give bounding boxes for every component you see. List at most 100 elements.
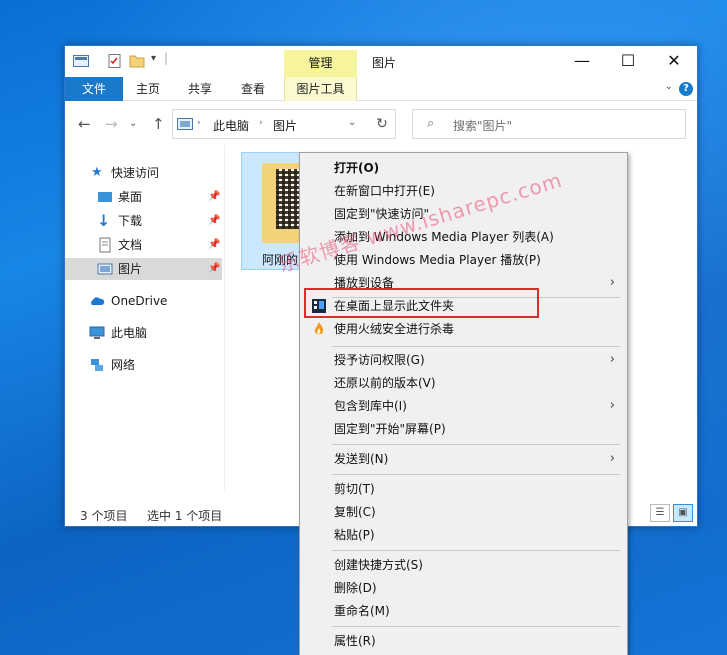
address-bar[interactable]: › 此电脑 › 图片 ⌄ xyxy=(172,109,396,139)
pin-icon[interactable]: 📌 xyxy=(208,186,220,208)
navigation-pane: ★ 快速访问 桌面 📌 ↓ 下载 📌 文档 📌 图片 📌 OneDrive 此电… xyxy=(65,145,225,490)
sidebar-item-this-pc[interactable]: 此电脑 xyxy=(65,322,222,344)
selection-count: 选中 1 个项目 xyxy=(147,509,223,523)
minimize-button[interactable]: — xyxy=(559,46,605,77)
menu-separator xyxy=(332,550,620,551)
breadcrumb-this-pc[interactable]: 此电脑 xyxy=(213,117,249,134)
sidebar-item-documents[interactable]: 文档 📌 xyxy=(65,234,222,256)
menu-separator xyxy=(332,626,620,627)
title-bar: ▾ | 管理 图片 — ☐ ✕ xyxy=(65,46,697,77)
sidebar-item-quick-access[interactable]: ★ 快速访问 xyxy=(65,162,222,184)
back-arrow-icon[interactable]: ← xyxy=(78,115,91,133)
menu-item-label: 删除(D) xyxy=(334,581,377,595)
submenu-arrow-icon: › xyxy=(609,398,615,413)
menu-separator xyxy=(332,474,620,475)
menu-item-cut[interactable]: 剪切(T) xyxy=(302,478,625,500)
menu-item-label: 还原以前的版本(V) xyxy=(334,376,436,390)
tab-picture-tools[interactable]: 图片工具 xyxy=(284,77,357,101)
navigation-bar: ← → ⌄ ↑ › 此电脑 › 图片 ⌄ ↻ ⌕ 搜索"图片" xyxy=(65,101,697,145)
pin-icon[interactable]: 📌 xyxy=(208,258,220,280)
window-icon[interactable] xyxy=(73,54,89,68)
menu-item-send-to[interactable]: 发送到(N) › xyxy=(302,448,625,470)
search-icon: ⌕ xyxy=(427,116,435,131)
pin-icon[interactable]: 📌 xyxy=(208,234,220,256)
menu-item-label: 打开(O) xyxy=(334,161,380,175)
menu-item-pin-start[interactable]: 固定到"开始"屏幕(P) xyxy=(302,418,625,440)
menu-item-restore-versions[interactable]: 还原以前的版本(V) xyxy=(302,372,625,394)
details-view-icon[interactable]: ☰ xyxy=(650,504,670,522)
pictures-location-icon xyxy=(177,118,193,130)
menu-separator xyxy=(332,444,620,445)
menu-item-label: 使用火绒安全进行杀毒 xyxy=(334,322,455,336)
menu-item-label: 授予访问权限(G) xyxy=(334,353,425,367)
menu-item-create-shortcut[interactable]: 创建快捷方式(S) xyxy=(302,554,625,576)
tab-manage[interactable]: 管理 xyxy=(284,50,357,77)
cloud-icon xyxy=(91,297,105,305)
forward-arrow-icon[interactable]: → xyxy=(105,115,118,133)
search-input[interactable]: 搜索"图片" xyxy=(453,117,512,134)
menu-item-rename[interactable]: 重命名(M) xyxy=(302,600,625,622)
refresh-button[interactable]: ↻ xyxy=(369,109,396,139)
search-box[interactable]: ⌕ 搜索"图片" xyxy=(412,109,686,139)
sidebar-item-network[interactable]: 网络 xyxy=(65,354,222,376)
properties-icon[interactable] xyxy=(107,54,123,68)
menu-item-paste[interactable]: 粘贴(P) xyxy=(302,524,625,546)
menu-item-label: 包含到库中(I) xyxy=(334,399,407,413)
menu-item-open[interactable]: 打开(O) xyxy=(302,157,625,179)
large-icons-view-icon[interactable]: ▣ xyxy=(673,504,693,522)
quick-access-dropdown-icon[interactable]: ▾ xyxy=(151,53,156,64)
download-icon: ↓ xyxy=(97,211,111,230)
up-arrow-icon[interactable]: ↑ xyxy=(152,115,165,133)
submenu-arrow-icon: › xyxy=(609,352,615,367)
breadcrumb-chevron-icon[interactable]: › xyxy=(197,118,201,128)
breadcrumb-pictures[interactable]: 图片 xyxy=(273,117,297,134)
tab-file[interactable]: 文件 xyxy=(65,77,123,101)
submenu-arrow-icon: › xyxy=(609,275,615,290)
tab-view[interactable]: 查看 xyxy=(232,77,274,101)
menu-item-label: 属性(R) xyxy=(334,634,376,648)
desktop-icon xyxy=(98,192,112,202)
menu-item-copy[interactable]: 复制(C) xyxy=(302,501,625,523)
menu-item-label: 重命名(M) xyxy=(334,604,390,618)
breadcrumb-chevron-icon[interactable]: › xyxy=(259,118,263,128)
sidebar-item-onedrive[interactable]: OneDrive xyxy=(65,290,222,312)
menu-item-label: 在新窗口中打开(E) xyxy=(334,184,435,198)
menu-item-delete[interactable]: 删除(D) xyxy=(302,577,625,599)
divider: | xyxy=(164,51,169,65)
ribbon-tabs: 文件 主页 共享 查看 图片工具 ⌄ ? xyxy=(65,77,697,101)
tab-share[interactable]: 共享 xyxy=(179,77,221,101)
menu-item-huorong-scan[interactable]: 使用火绒安全进行杀毒 xyxy=(302,318,625,340)
star-icon: ★ xyxy=(91,165,103,180)
ribbon-expand-icon[interactable]: ⌄ xyxy=(665,81,673,92)
menu-item-label: 剪切(T) xyxy=(334,482,375,496)
menu-item-label: 粘贴(P) xyxy=(334,528,375,542)
tab-home[interactable]: 主页 xyxy=(127,77,169,101)
address-dropdown-icon[interactable]: ⌄ xyxy=(348,117,356,128)
sidebar-item-label: 下载 xyxy=(118,214,143,228)
computer-icon xyxy=(89,326,105,339)
help-icon[interactable]: ? xyxy=(679,82,693,96)
huorong-icon xyxy=(314,322,324,335)
pictures-icon xyxy=(97,263,113,275)
menu-item-label: 复制(C) xyxy=(334,505,376,519)
pin-icon[interactable]: 📌 xyxy=(208,210,220,232)
highlight-annotation xyxy=(304,288,539,318)
sidebar-item-downloads[interactable]: ↓ 下载 📌 xyxy=(65,210,222,232)
document-icon xyxy=(99,237,111,253)
sidebar-item-label: 网络 xyxy=(111,358,136,372)
network-icon xyxy=(91,359,103,371)
sidebar-item-pictures[interactable]: 图片 📌 xyxy=(65,258,222,280)
close-button[interactable]: ✕ xyxy=(651,46,697,77)
sidebar-item-label: 快速访问 xyxy=(111,166,160,180)
new-folder-icon[interactable] xyxy=(129,54,145,68)
maximize-button[interactable]: ☐ xyxy=(605,46,651,77)
sidebar-item-label: OneDrive xyxy=(111,294,168,308)
sidebar-item-label: 文档 xyxy=(118,238,143,252)
sidebar-item-desktop[interactable]: 桌面 📌 xyxy=(65,186,222,208)
menu-item-label: 创建快捷方式(S) xyxy=(334,558,423,572)
menu-item-properties[interactable]: 属性(R) xyxy=(302,630,625,652)
menu-item-include-in-library[interactable]: 包含到库中(I) › xyxy=(302,395,625,417)
recent-locations-icon[interactable]: ⌄ xyxy=(129,118,137,129)
sidebar-item-label: 桌面 xyxy=(118,190,143,204)
menu-item-give-access[interactable]: 授予访问权限(G) › xyxy=(302,349,625,371)
